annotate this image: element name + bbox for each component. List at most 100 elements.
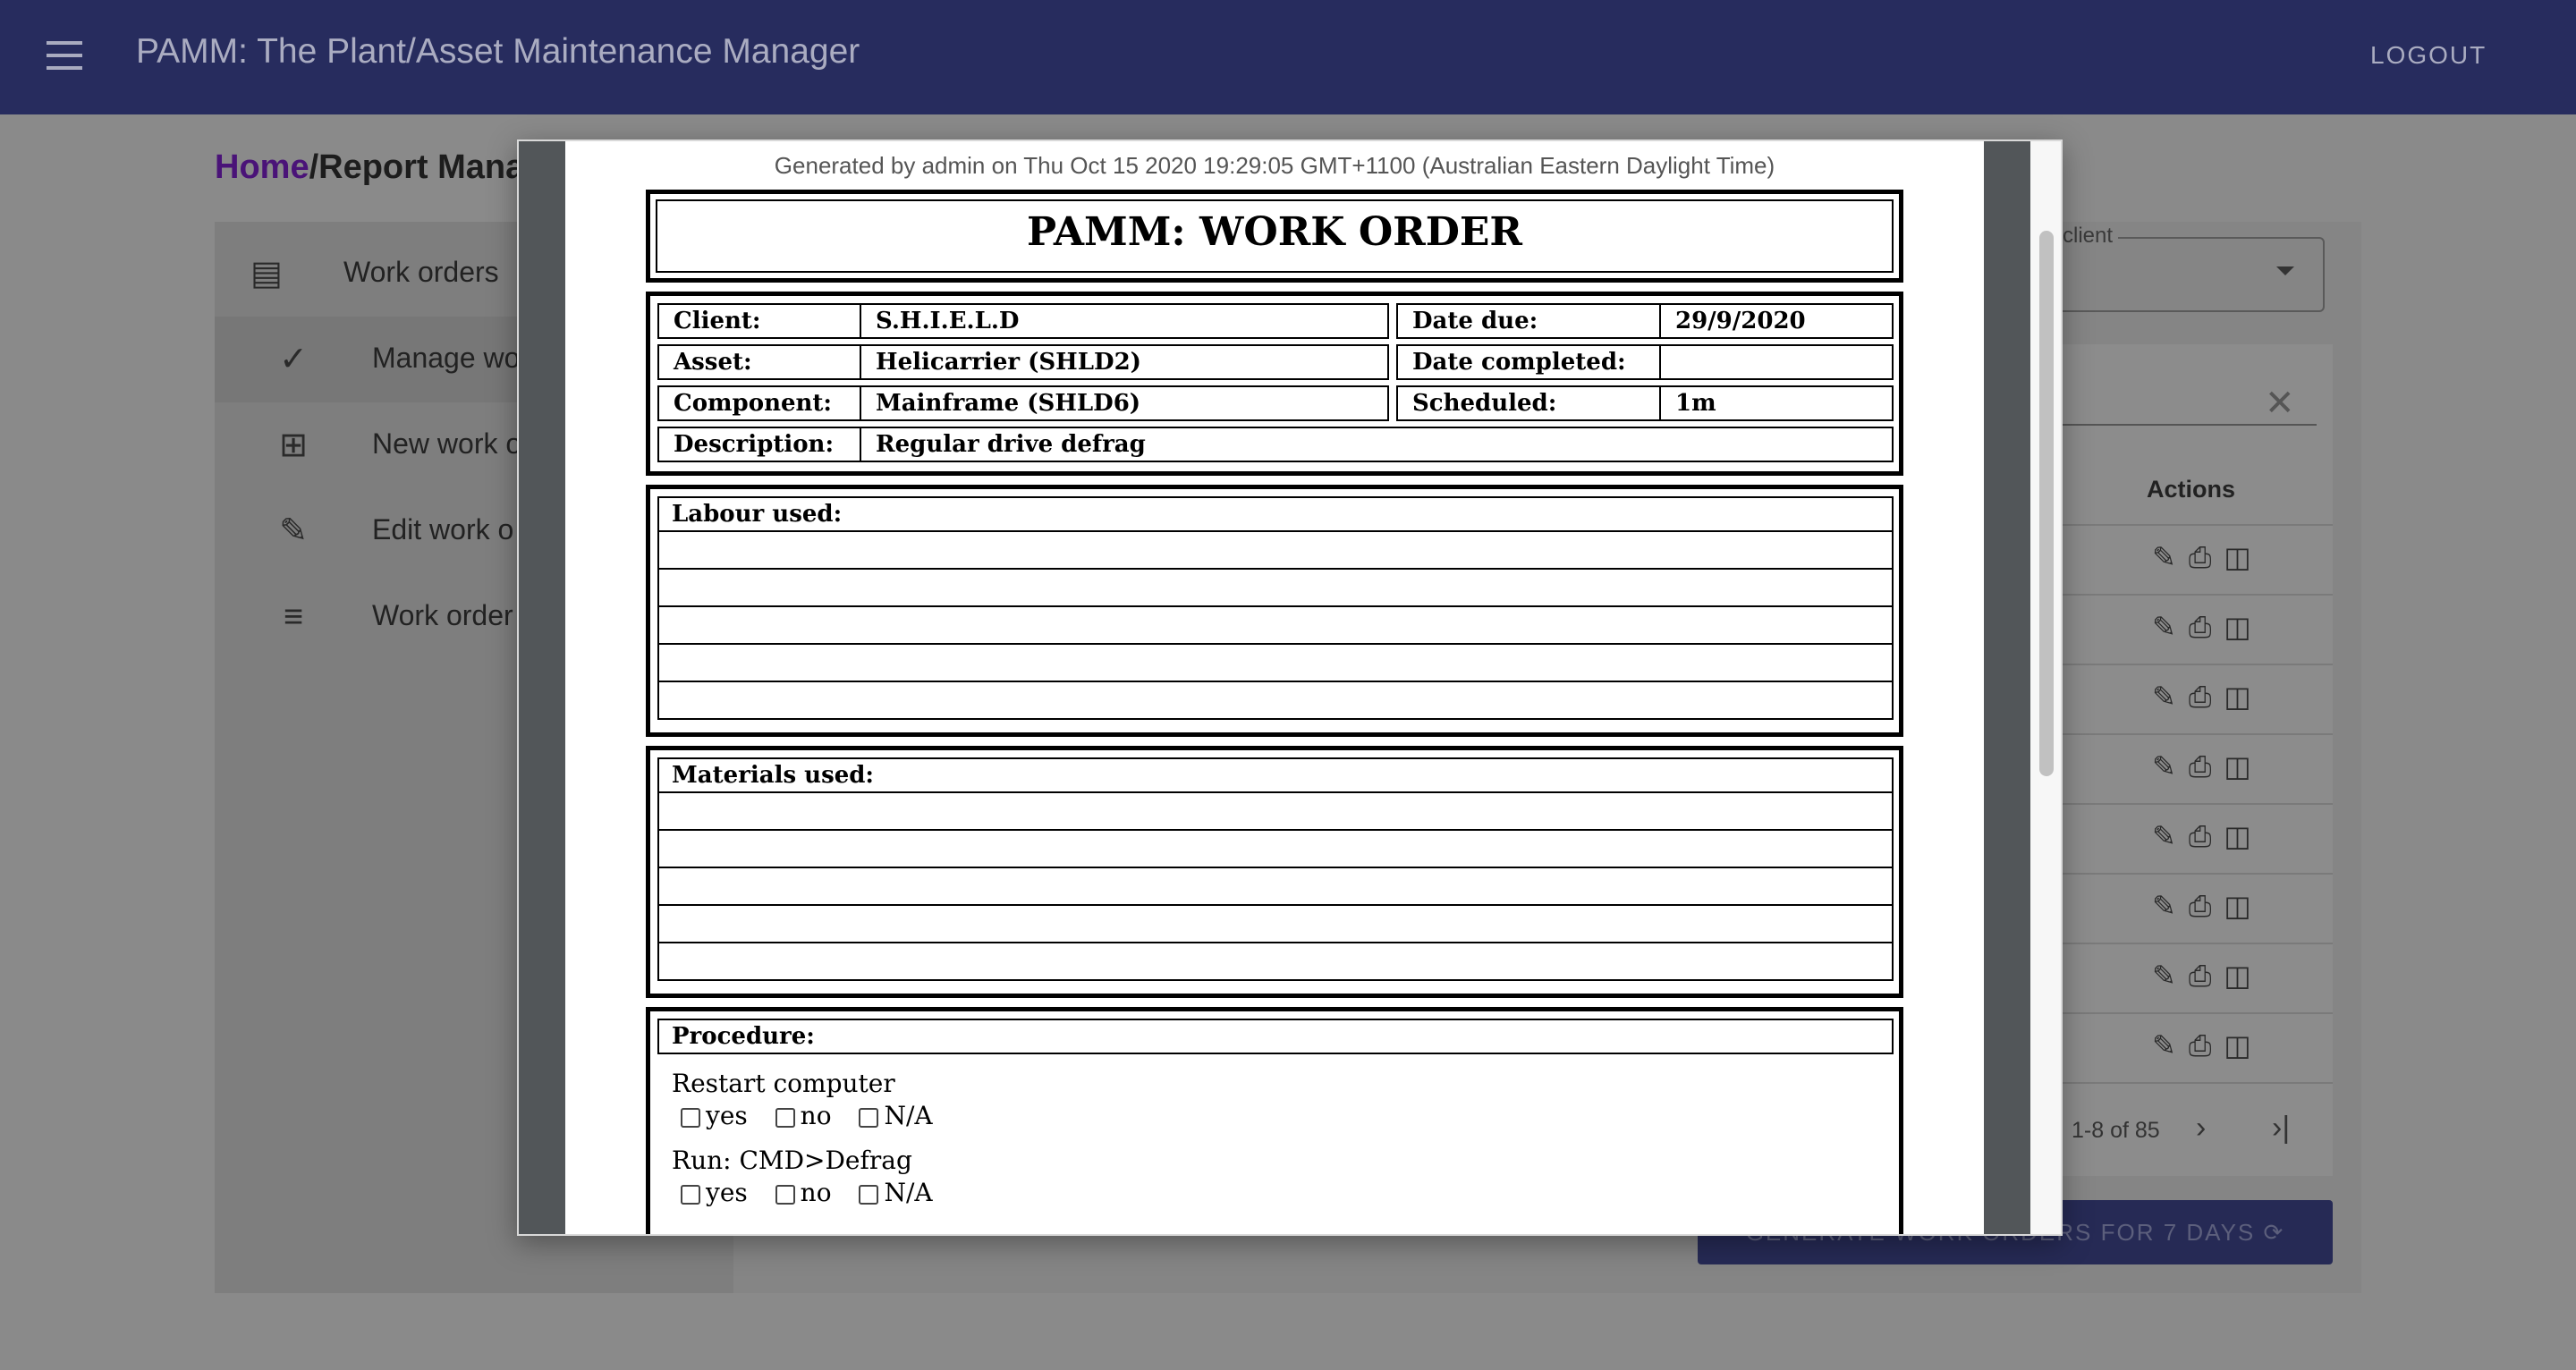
- pencil-icon[interactable]: ✎: [2152, 681, 2176, 713]
- option-label: no: [800, 1178, 832, 1207]
- procedure-step-options: yes no N/A: [681, 1178, 953, 1207]
- labour-line: [657, 682, 1894, 720]
- pencil-icon[interactable]: ✎: [2152, 750, 2176, 782]
- chevron-right-icon[interactable]: ›: [2196, 1111, 2206, 1146]
- delete-icon[interactable]: ◫: [2224, 960, 2250, 992]
- row-actions: ✎ ⎙ ◫: [2152, 610, 2264, 645]
- checkbox-na[interactable]: [859, 1184, 879, 1205]
- delete-icon[interactable]: ◫: [2224, 681, 2250, 713]
- date-due-value: 29/9/2020: [1659, 303, 1894, 339]
- pencil-icon[interactable]: ✎: [2152, 1029, 2176, 1061]
- scheduled-value: 1m: [1659, 385, 1894, 421]
- procedure-step-options: yes no N/A: [681, 1101, 953, 1130]
- row-divider: [2030, 803, 2333, 805]
- pencil-icon[interactable]: ✎: [2152, 541, 2176, 573]
- delete-icon[interactable]: ◫: [2224, 750, 2250, 782]
- pencil-icon[interactable]: ✎: [2152, 820, 2176, 852]
- print-icon[interactable]: ⎙: [2189, 541, 2212, 573]
- print-icon[interactable]: ⎙: [2189, 750, 2212, 782]
- row-divider: [2030, 664, 2333, 665]
- print-icon[interactable]: ⎙: [2189, 960, 2212, 992]
- option-label: no: [800, 1101, 832, 1130]
- description-value: Regular drive defrag: [860, 427, 1894, 462]
- actions-column-header: Actions: [2147, 476, 2236, 503]
- library-add-icon: ⊞: [279, 427, 308, 464]
- option-label: N/A: [884, 1101, 933, 1130]
- row-actions: ✎ ⎙ ◫: [2152, 680, 2264, 715]
- materials-line: [657, 831, 1894, 868]
- delete-icon[interactable]: ◫: [2224, 541, 2250, 573]
- chevron-down-icon[interactable]: [2276, 266, 2294, 275]
- work-order-document: Generated by admin on Thu Oct 15 2020 19…: [565, 141, 1984, 1234]
- refresh-icon: ⟳: [2263, 1219, 2285, 1246]
- sidebar-item-label: Manage wo: [372, 342, 521, 374]
- checkbox-no[interactable]: [775, 1184, 795, 1205]
- row-actions: ✎ ⎙ ◫: [2152, 959, 2264, 994]
- row-divider: [2030, 873, 2333, 875]
- work-order-details-box: Client: S.H.I.E.L.D Date due: 29/9/2020 …: [646, 292, 1903, 476]
- component-value: Mainframe (SHLD6): [860, 385, 1389, 421]
- delete-icon[interactable]: ◫: [2224, 611, 2250, 643]
- search-input[interactable]: [2048, 424, 2317, 426]
- print-icon[interactable]: ⎙: [2189, 820, 2212, 852]
- pdf-viewer-gutter: [1984, 141, 2030, 1234]
- asset-label: Asset:: [657, 344, 861, 380]
- logout-button[interactable]: LOGOUT: [2370, 41, 2487, 70]
- pencil-icon[interactable]: ✎: [2152, 960, 2176, 992]
- delete-icon[interactable]: ◫: [2224, 890, 2250, 922]
- sidebar-item-label: New work o: [372, 427, 522, 460]
- menu-icon[interactable]: [47, 41, 82, 73]
- print-icon[interactable]: ⎙: [2189, 1029, 2212, 1061]
- labour-line: [657, 532, 1894, 570]
- app-bar: PAMM: The Plant/Asset Maintenance Manage…: [0, 0, 2576, 114]
- print-icon[interactable]: ⎙: [2189, 681, 2212, 713]
- materials-line: [657, 943, 1894, 981]
- breadcrumb-separator: /: [309, 148, 319, 186]
- close-icon[interactable]: ✕: [2265, 383, 2295, 424]
- work-order-title: PAMM: WORK ORDER: [656, 199, 1894, 273]
- breadcrumb-current: Report Mana: [318, 148, 525, 186]
- checkbox-na[interactable]: [859, 1107, 879, 1128]
- procedure-step: Run: CMD>Defrag: [672, 1146, 912, 1175]
- checkbox-yes[interactable]: [681, 1184, 700, 1205]
- sidebar-item-label: Edit work o: [372, 513, 514, 545]
- pencil-icon[interactable]: ✎: [2152, 611, 2176, 643]
- generated-by-text: Generated by admin on Thu Oct 15 2020 19…: [774, 152, 1775, 179]
- labour-used-box: Labour used:: [646, 485, 1903, 737]
- checkbox-yes[interactable]: [681, 1107, 700, 1128]
- pdf-viewer-gutter: [519, 141, 565, 1234]
- pencil-icon[interactable]: ✎: [2152, 890, 2176, 922]
- last-page-icon[interactable]: ›|: [2272, 1111, 2290, 1146]
- row-actions: ✎ ⎙ ◫: [2152, 819, 2264, 854]
- breadcrumb: Home/Report Mana: [215, 148, 524, 187]
- row-actions: ✎ ⎙ ◫: [2152, 889, 2264, 924]
- breadcrumb-home-link[interactable]: Home: [215, 148, 309, 186]
- row-divider: [2030, 1012, 2333, 1014]
- row-divider: [2030, 524, 2333, 526]
- scrollbar-thumb[interactable]: [2039, 231, 2054, 776]
- materials-used-box: Materials used:: [646, 746, 1903, 998]
- asset-value: Helicarrier (SHLD2): [860, 344, 1389, 380]
- materials-line: [657, 868, 1894, 906]
- print-icon[interactable]: ⎙: [2189, 890, 2212, 922]
- component-label: Component:: [657, 385, 861, 421]
- row-divider: [2030, 1082, 2333, 1084]
- option-label: yes: [706, 1101, 748, 1130]
- pencil-icon: ✎: [279, 512, 308, 550]
- labour-line: [657, 645, 1894, 682]
- date-due-label: Date due:: [1396, 303, 1661, 339]
- option-label: N/A: [884, 1178, 933, 1207]
- print-preview-dialog: Generated by admin on Thu Oct 15 2020 19…: [517, 140, 2063, 1236]
- delete-icon[interactable]: ◫: [2224, 1029, 2250, 1061]
- checkbox-no[interactable]: [775, 1107, 795, 1128]
- print-icon[interactable]: ⎙: [2189, 611, 2212, 643]
- option-label: yes: [706, 1178, 748, 1207]
- row-actions: ✎ ⎙ ◫: [2152, 540, 2264, 575]
- row-divider: [2030, 594, 2333, 596]
- list-numbered-icon: ≡: [283, 598, 304, 636]
- labour-line: [657, 607, 1894, 645]
- delete-icon[interactable]: ◫: [2224, 820, 2250, 852]
- client-label: Client:: [657, 303, 861, 339]
- materials-used-label: Materials used:: [657, 757, 1894, 793]
- client-select-label: client: [2057, 224, 2119, 249]
